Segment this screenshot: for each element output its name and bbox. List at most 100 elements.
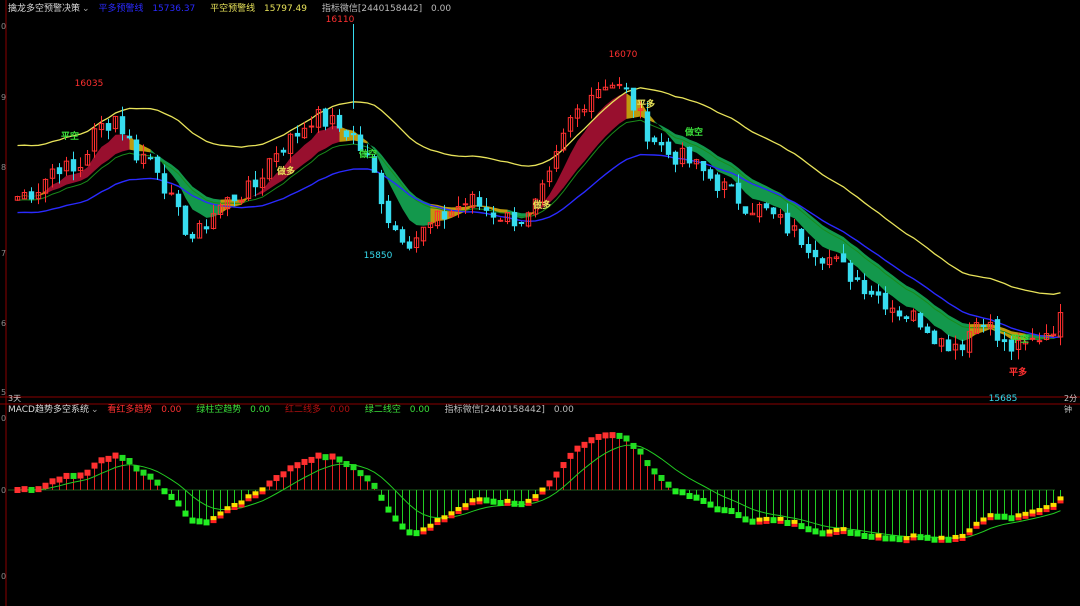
trend-band-segment	[297, 144, 305, 169]
candle-down	[903, 316, 910, 319]
macd-dot	[623, 435, 630, 442]
y-tick-label: 0	[1, 22, 6, 31]
macd-dot-accent	[952, 538, 959, 542]
macd-legend: MACD趋势多空系统 ⌄ 看红多趋势 0.00 绿柱空趋势 0.00 红二线多 0…	[8, 404, 586, 416]
macd-dot	[112, 452, 119, 459]
macd-dot	[1008, 515, 1015, 522]
macd-dot	[119, 454, 126, 461]
price-extreme-label: 15685	[989, 394, 1018, 404]
macd-dot	[98, 457, 105, 464]
signal-label: 平多	[637, 98, 655, 110]
macd-dot	[665, 481, 672, 488]
macd-dot	[700, 497, 707, 504]
trend-band-segment	[311, 130, 319, 159]
trend-band-segment	[822, 225, 830, 250]
macd-panel	[8, 432, 1064, 544]
macd-dot-accent	[420, 531, 427, 535]
signal-label: 平空	[1011, 333, 1029, 345]
signal-label: 做空	[684, 126, 703, 138]
trend-band-segment	[570, 140, 578, 179]
legend-item-green-trend: 绿柱空趋势 0.00	[196, 405, 276, 415]
macd-dot-accent	[525, 502, 532, 506]
macd-dot-accent	[938, 539, 945, 543]
legend-label: 绿柱空趋势	[196, 405, 242, 415]
candle-down	[770, 207, 777, 215]
macd-dot	[511, 500, 518, 507]
macd-dot	[602, 432, 609, 439]
trend-band-segment	[150, 149, 158, 156]
macd-dot	[749, 518, 756, 525]
candle-up	[462, 203, 469, 206]
macd-dot	[105, 455, 112, 462]
macd-dot	[322, 454, 329, 461]
macd-dot	[651, 468, 658, 475]
candle-down	[161, 173, 168, 194]
candle-down	[665, 141, 672, 155]
macd-dot	[847, 529, 854, 536]
trend-band-segment	[115, 134, 123, 155]
candle-up	[308, 125, 315, 128]
ping-kong-warning-line	[17, 87, 1061, 295]
candle-down	[847, 262, 854, 282]
price-extreme-label: 15850	[364, 251, 393, 261]
trend-band-segment	[206, 196, 214, 218]
candle-down	[385, 200, 392, 224]
candle-down	[490, 212, 497, 218]
trend-band-segment	[171, 164, 179, 184]
legend-label: 平多预警线	[98, 4, 144, 14]
macd-dot-accent	[980, 521, 987, 525]
macd-dot-accent	[756, 521, 763, 525]
indicator-title[interactable]: MACD趋势多空系统	[8, 405, 89, 415]
macd-dot-accent	[434, 522, 441, 526]
macd-dot-accent	[833, 531, 840, 535]
trend-bands	[17, 93, 1061, 342]
macd-dot	[490, 498, 497, 505]
macd-dot-accent	[210, 520, 217, 524]
macd-dot	[84, 469, 91, 476]
macd-y-tick-label: 0	[1, 414, 6, 423]
macd-dot	[413, 530, 420, 537]
macd-dot-accent	[455, 511, 462, 515]
macd-dot-accent	[252, 495, 259, 499]
candle-down	[875, 291, 882, 296]
macd-dot	[392, 515, 399, 522]
macd-dot	[280, 471, 287, 478]
trend-band-segment	[304, 139, 312, 164]
macd-dot	[14, 487, 21, 493]
macd-dot-accent	[1050, 506, 1057, 510]
macd-dot	[616, 432, 623, 439]
legend-value: 0.00	[161, 405, 182, 415]
macd-dot	[175, 500, 182, 507]
candle-down	[707, 169, 714, 179]
macd-dot	[917, 534, 924, 541]
trend-band-segment	[836, 233, 844, 255]
trend-band-segment	[52, 181, 60, 191]
trend-band-segment	[45, 184, 53, 194]
macd-dot	[896, 536, 903, 543]
price-extreme-label: 16110	[326, 15, 355, 25]
trend-band-segment	[829, 229, 837, 252]
legend-item-wechat: 指标微信[2440158442] 0.00	[445, 405, 580, 415]
macd-dot-accent	[231, 506, 238, 510]
trend-band-segment	[94, 146, 102, 171]
candle-down	[686, 146, 693, 164]
candle-down	[840, 253, 847, 263]
macd-dot	[140, 469, 147, 476]
candle-down	[357, 134, 364, 151]
trend-band-segment	[955, 318, 963, 342]
candle-down	[735, 182, 742, 204]
macd-dot	[742, 516, 749, 523]
indicator-title[interactable]: 擒龙多空预警决策	[8, 4, 80, 14]
candle-down	[154, 156, 161, 173]
macd-dot	[378, 494, 385, 501]
dropdown-icon[interactable]: ⌄	[82, 4, 90, 14]
candlesticks	[14, 24, 1064, 360]
ping-duo-warning-line	[17, 153, 1061, 339]
macd-signal-line	[17, 444, 1061, 539]
macd-dot	[385, 506, 392, 513]
trend-band-segment	[248, 194, 256, 198]
trend-band-segment	[325, 125, 333, 149]
macd-dot-accent	[875, 537, 882, 541]
legend-item-red-line: 红二线多 0.00	[285, 405, 356, 415]
dropdown-icon[interactable]: ⌄	[91, 405, 99, 415]
